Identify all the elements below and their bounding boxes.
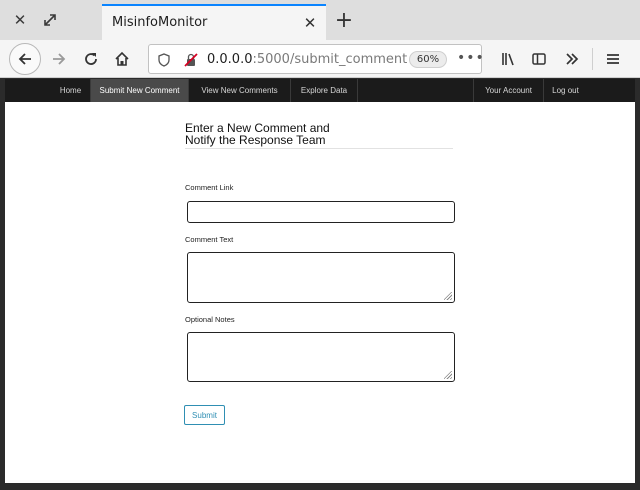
arrow-right-icon[interactable]: [44, 44, 74, 74]
new-tab-icon[interactable]: +: [332, 8, 356, 33]
browser-toolbar: 0.0.0.0:5000/submit_comment 60% •••: [0, 40, 640, 78]
url-path: :5000/submit_comment: [252, 52, 408, 67]
resize-handle-icon[interactable]: [444, 371, 452, 379]
optional-notes-label: Optional Notes: [185, 315, 235, 324]
page-title-line2: Notify the Response Team: [185, 133, 326, 147]
browser-tab[interactable]: MisinfoMonitor ✕: [102, 4, 326, 40]
library-icon[interactable]: [494, 44, 524, 74]
submit-button[interactable]: Submit: [184, 405, 225, 425]
close-icon[interactable]: ✕: [8, 8, 32, 32]
chevron-double-right-icon[interactable]: [557, 44, 587, 74]
arrow-left-icon[interactable]: [9, 43, 41, 75]
nav-submit-new-comment[interactable]: Submit New Comment: [91, 79, 189, 102]
hamburger-menu-icon[interactable]: [598, 44, 628, 74]
shield-icon[interactable]: [155, 51, 173, 69]
insecure-lock-icon[interactable]: [182, 51, 200, 69]
nav-home[interactable]: Home: [51, 79, 91, 102]
toolbar-divider: [592, 48, 593, 70]
resize-icon[interactable]: [38, 8, 62, 32]
comment-link-input[interactable]: [187, 201, 455, 223]
comment-text-textarea[interactable]: [187, 252, 455, 303]
web-page: Home Submit New Comment View New Comment…: [5, 79, 635, 483]
nav-explore-data[interactable]: Explore Data: [291, 79, 358, 102]
home-icon[interactable]: [107, 44, 137, 74]
url-host: 0.0.0.0: [207, 52, 253, 67]
page-actions-icon[interactable]: •••: [457, 50, 485, 66]
tab-bar: ✕ MisinfoMonitor ✕ +: [0, 0, 640, 40]
page-title: Enter a New Comment and Notify the Respo…: [185, 122, 453, 149]
sidebar-icon[interactable]: [524, 44, 554, 74]
url-text: 0.0.0.0:5000/submit_comment: [207, 52, 407, 67]
zoom-indicator[interactable]: 60%: [409, 51, 447, 68]
comment-text-label: Comment Text: [185, 235, 234, 244]
site-navbar: Home Submit New Comment View New Comment…: [5, 79, 635, 102]
url-bar[interactable]: 0.0.0.0:5000/submit_comment 60% •••: [148, 44, 485, 74]
nav-your-account[interactable]: Your Account: [473, 79, 543, 102]
reload-icon[interactable]: [76, 44, 106, 74]
tab-title: MisinfoMonitor: [112, 15, 208, 30]
nav-view-new-comments[interactable]: View New Comments: [189, 79, 291, 102]
optional-notes-textarea[interactable]: [187, 332, 455, 382]
resize-handle-icon[interactable]: [444, 292, 452, 300]
comment-link-label: Comment Link: [185, 183, 234, 192]
nav-log-out[interactable]: Log out: [543, 79, 587, 102]
tab-close-icon[interactable]: ✕: [300, 13, 320, 33]
